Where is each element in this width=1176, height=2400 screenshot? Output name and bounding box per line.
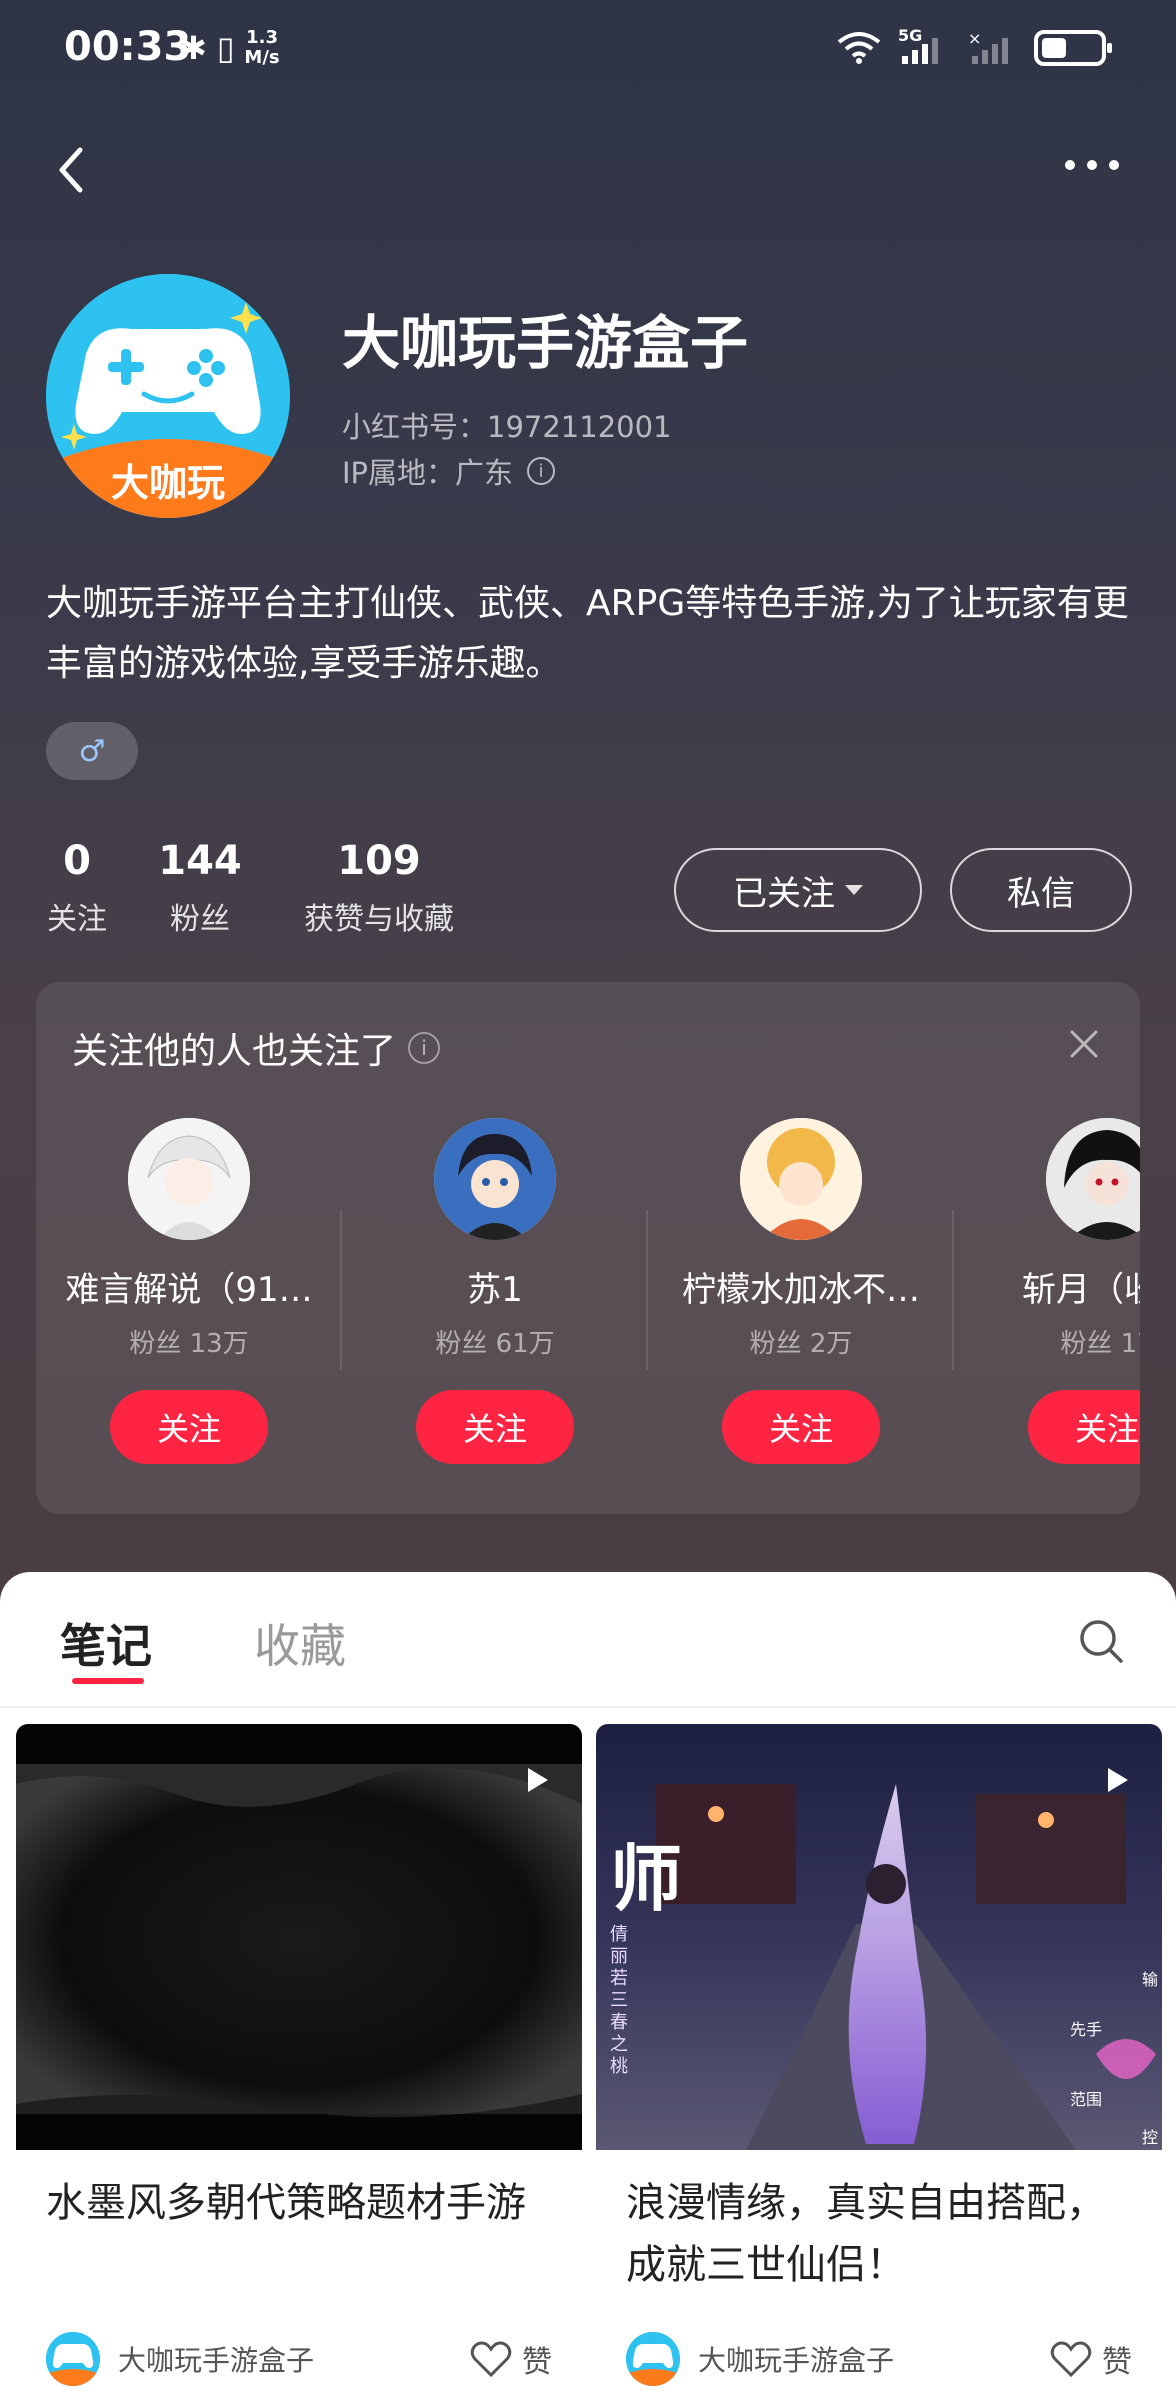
- recommendation-avatar[interactable]: [434, 1118, 556, 1240]
- profile-red-id: 小红书号：1972112001: [342, 410, 672, 444]
- network-speed-unit: M/s: [244, 47, 280, 68]
- stat-fans-label: 粉丝: [170, 902, 230, 937]
- author-avatar[interactable]: [626, 2332, 680, 2386]
- network-speed-value: 1.3: [246, 27, 278, 48]
- recommendation-fans: 粉丝 2万: [749, 1329, 853, 1359]
- tab-collections[interactable]: 收藏: [254, 1610, 346, 1676]
- recommendations-title-text: 关注他的人也关注了: [72, 1031, 397, 1072]
- status-time: 00:33: [64, 24, 192, 70]
- gamepad-logo-icon: 大咖玩: [46, 274, 290, 518]
- note-card[interactable]: 师 倩丽若三春之桃 输 先手 范围 控 浪漫情缘，真实自由搭配，成就三世仙侣！ …: [596, 1724, 1162, 2386]
- follow-button[interactable]: 关注: [1028, 1390, 1140, 1464]
- caret-down-icon: [845, 885, 863, 895]
- note-cover-label: 输: [1141, 1970, 1158, 1989]
- message-button[interactable]: 私信: [950, 848, 1132, 932]
- heart-icon: [1050, 2341, 1092, 2378]
- stat-fans[interactable]: 144 粉丝: [150, 838, 250, 938]
- chevron-left-icon[interactable]: [44, 140, 104, 200]
- search-icon[interactable]: [1076, 1616, 1126, 1666]
- recommendation-name: 斩月（收万: [1022, 1270, 1140, 1310]
- note-cover-image[interactable]: 师 倩丽若三春之桃 输 先手 范围 控: [596, 1724, 1162, 2150]
- svg-text:×: ×: [968, 30, 981, 48]
- follow-button[interactable]: 关注: [110, 1390, 268, 1464]
- note-cover-label: 先手: [1070, 2020, 1103, 2039]
- recommendation-fans: 粉丝 13万: [129, 1329, 249, 1359]
- recommendations-title: 关注他的人也关注了 i: [72, 1022, 441, 1074]
- follow-button[interactable]: 关注: [416, 1390, 574, 1464]
- info-icon[interactable]: i: [408, 1032, 441, 1064]
- profile-ip-location: IP属地：广东 i: [342, 450, 556, 492]
- recommendation-name: 难言解说（91…: [65, 1270, 313, 1310]
- note-cover-overlay-text: 师: [610, 1836, 683, 1921]
- recommendation-card[interactable]: 难言解说（91… 粉丝 13万 关注: [36, 1118, 342, 1464]
- note-footer: 大咖玩手游盒子 赞: [16, 2314, 582, 2386]
- note-cover-side-text: 倩丽若三春之桃: [610, 1924, 628, 2077]
- wifi-icon: [837, 32, 881, 64]
- note-author: 大咖玩手游盒子: [118, 2344, 315, 2377]
- content-sheet: 笔记 收藏 水墨风多朝代策略题材手游 大咖玩手游盒子 赞 师 倩丽若三春之桃 输…: [0, 1572, 1176, 2400]
- stat-fans-value: 144: [158, 838, 242, 884]
- profile-avatar[interactable]: 大咖玩: [46, 274, 290, 518]
- active-tab-indicator: [72, 1678, 144, 1684]
- stat-following-value: 0: [63, 838, 91, 884]
- play-icon: [528, 1768, 548, 1792]
- note-cover-image[interactable]: [16, 1724, 582, 2150]
- avatar-brand-text: 大咖玩: [111, 461, 225, 505]
- note-footer: 大咖玩手游盒子 赞: [596, 2314, 1162, 2386]
- like-button[interactable]: 赞: [1050, 2337, 1132, 2381]
- status-bar: 00:33 ✱ ▯ 1.3 M/s 5G ×: [0, 0, 1176, 100]
- note-cover-label: 范围: [1070, 2090, 1103, 2109]
- info-icon[interactable]: i: [527, 457, 556, 485]
- recommendation-name: 柠檬水加冰不…: [682, 1270, 920, 1310]
- recommendation-fans: 粉丝 17: [1060, 1329, 1140, 1359]
- like-button[interactable]: 赞: [470, 2337, 552, 2381]
- recommendation-card[interactable]: 斩月（收万 粉丝 17 关注: [954, 1118, 1140, 1464]
- heart-icon: [470, 2341, 512, 2378]
- profile-header-background: 00:33 ✱ ▯ 1.3 M/s 5G × 大咖玩 大咖玩手游盒子 小红书号：…: [0, 0, 1176, 1640]
- note-author: 大咖玩手游盒子: [698, 2344, 895, 2377]
- battery-icon: [1034, 30, 1112, 66]
- stat-likes-value: 109: [337, 838, 421, 884]
- recommendation-avatar[interactable]: [128, 1118, 250, 1240]
- vibrate-icon: ▯: [216, 29, 235, 67]
- tab-notes[interactable]: 笔记: [60, 1610, 152, 1676]
- recommendation-card[interactable]: 柠檬水加冰不… 粉丝 2万 关注: [648, 1118, 954, 1464]
- note-title: 浪漫情缘，真实自由搭配，成就三世仙侣！: [626, 2180, 1106, 2288]
- more-dots-icon[interactable]: [1052, 140, 1132, 190]
- recommendation-avatar[interactable]: [740, 1118, 862, 1240]
- stat-following-label: 关注: [47, 902, 107, 937]
- status-right-icons: 5G ×: [836, 26, 1112, 66]
- author-avatar[interactable]: [46, 2332, 100, 2386]
- ip-location-text: IP属地：广东: [342, 456, 514, 490]
- recommendation-card[interactable]: 苏1 粉丝 61万 关注: [342, 1118, 648, 1464]
- recommendation-fans: 粉丝 61万: [435, 1329, 555, 1359]
- like-label: 赞: [1102, 2345, 1132, 2380]
- like-label: 赞: [522, 2345, 552, 2380]
- recommendation-name: 苏1: [467, 1270, 523, 1310]
- content-tabs: 笔记 收藏: [0, 1572, 1176, 1708]
- gender-badge: ♂: [46, 722, 138, 780]
- network-speed: 1.3 M/s: [244, 28, 279, 68]
- note-card[interactable]: 水墨风多朝代策略题材手游 大咖玩手游盒子 赞: [16, 1724, 582, 2386]
- bluetooth-icon: ✱: [180, 29, 207, 67]
- profile-bio: 大咖玩手游平台主打仙侠、武侠、ARPG等特色手游,为了让玩家有更丰富的游戏体验,…: [46, 583, 1129, 684]
- signal-no-service-icon: ×: [968, 30, 1008, 64]
- profile-stats: 0 关注 144 粉丝 109 获赞与收藏: [46, 838, 466, 938]
- following-button-label: 已关注: [733, 873, 835, 914]
- profile-name: 大咖玩手游盒子: [342, 309, 749, 377]
- note-title: 水墨风多朝代策略题材手游: [46, 2180, 526, 2226]
- following-button[interactable]: 已关注: [674, 848, 922, 932]
- male-icon: ♂: [78, 733, 106, 769]
- status-left-icons: ✱ ▯ 1.3 M/s: [180, 28, 280, 68]
- follow-button[interactable]: 关注: [722, 1390, 880, 1464]
- signal-5g-icon: 5G: [898, 26, 950, 66]
- play-icon: [1108, 1768, 1128, 1792]
- recommendations-panel: 关注他的人也关注了 i 难言解说（91… 粉丝 13万 关注 苏1 粉丝 61万…: [36, 982, 1140, 1514]
- stat-likes[interactable]: 109 获赞与收藏: [292, 838, 466, 938]
- recommendation-avatar[interactable]: [1046, 1118, 1140, 1240]
- stat-likes-label: 获赞与收藏: [304, 902, 454, 937]
- note-cover-label: 控: [1141, 2128, 1158, 2147]
- close-icon[interactable]: [1064, 1024, 1104, 1064]
- stat-following[interactable]: 0 关注: [46, 838, 108, 938]
